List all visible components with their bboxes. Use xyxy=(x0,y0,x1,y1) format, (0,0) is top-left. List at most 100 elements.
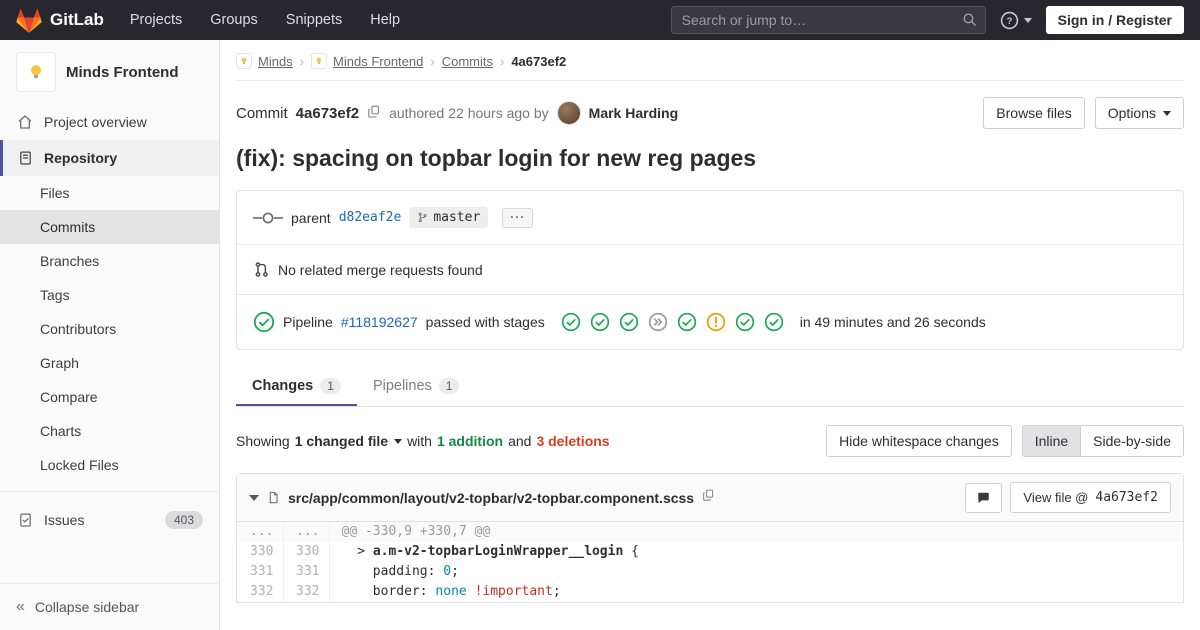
options-button[interactable]: Options xyxy=(1094,97,1184,129)
sidebar-subitem-commits[interactable]: Commits xyxy=(0,210,219,244)
nav-item-projects[interactable]: Projects xyxy=(130,12,182,28)
question-icon: ? xyxy=(1000,11,1018,29)
old-line-number[interactable]: 330 xyxy=(237,542,284,562)
view-file-label: View file @ xyxy=(1023,490,1089,505)
browse-files-button[interactable]: Browse files xyxy=(983,97,1085,129)
sidebar-item-repository[interactable]: Repository xyxy=(0,140,219,176)
pipeline-prefix: Pipeline xyxy=(283,314,333,330)
parent-row: parent d82eaf2e master ··· xyxy=(237,191,1183,244)
nav-item-groups[interactable]: Groups xyxy=(210,12,258,28)
tab-count-badge: 1 xyxy=(438,378,460,394)
file-path[interactable]: src/app/common/layout/v2-topbar/v2-topba… xyxy=(288,490,694,506)
code-line: > a.m-v2-topbarLoginWrapper__login { xyxy=(341,544,639,559)
inline-view-button[interactable]: Inline xyxy=(1021,425,1082,457)
comment-button[interactable] xyxy=(965,482,1003,513)
help-menu[interactable]: ? xyxy=(1000,11,1032,30)
diff-line-row: 331 331 padding: 0; xyxy=(237,562,1183,582)
new-line-number[interactable]: 332 xyxy=(283,582,330,602)
merge-request-text: No related merge requests found xyxy=(278,261,483,278)
stage-skipped-icon[interactable] xyxy=(648,312,668,332)
sidebar-subitem-charts[interactable]: Charts xyxy=(0,414,219,448)
sidebar-subitem-graph[interactable]: Graph xyxy=(0,346,219,380)
collapse-label: Collapse sidebar xyxy=(34,599,140,615)
commit-label: Commit xyxy=(236,104,288,122)
comment-icon xyxy=(978,492,990,503)
parent-sha-link[interactable]: d82eaf2e xyxy=(339,210,402,225)
branch-ref-label[interactable]: master xyxy=(409,207,489,228)
main-content: Minds › Minds Frontend › Commits › 4a673ef2 Co… xyxy=(220,40,1200,603)
breadcrumb-label[interactable]: Commits xyxy=(442,54,493,69)
merge-request-row: No related merge requests found xyxy=(237,244,1183,294)
project-header[interactable]: Minds Frontend xyxy=(0,40,219,104)
diff-file-header: src/app/common/layout/v2-topbar/v2-topba… xyxy=(237,474,1183,522)
stage-passed-icon[interactable] xyxy=(561,312,581,332)
sidebar-subitem-locked-files[interactable]: Locked Files xyxy=(0,448,219,482)
new-line-number[interactable]: 331 xyxy=(283,562,330,582)
new-line-number[interactable]: 330 xyxy=(283,542,330,562)
view-mode-toggle: Inline Side-by-side xyxy=(1021,425,1184,457)
author-name[interactable]: Mark Harding xyxy=(589,105,678,121)
stage-passed-icon[interactable] xyxy=(619,312,639,332)
sidebar-subitem-branches[interactable]: Branches xyxy=(0,244,219,278)
sidebar-subitem-files[interactable]: Files xyxy=(0,176,219,210)
stage-passed-icon[interactable] xyxy=(590,312,610,332)
stage-passed-icon[interactable] xyxy=(677,312,697,332)
changed-files-dropdown[interactable]: 1 changed file xyxy=(295,433,403,449)
commit-sha: 4a673ef2 xyxy=(295,104,360,122)
sidebar-subitem-contributors[interactable]: Contributors xyxy=(0,312,219,346)
sidebar-subitem-tags[interactable]: Tags xyxy=(0,278,219,312)
tab-label: Pipelines xyxy=(372,378,432,394)
diff-line-row: 332 332 border: none !important; xyxy=(237,582,1183,602)
expand-refs-button[interactable]: ··· xyxy=(502,207,534,228)
old-line-number: ... xyxy=(237,522,284,542)
breadcrumb-label[interactable]: Minds xyxy=(258,54,293,69)
old-line-number[interactable]: 331 xyxy=(237,562,284,582)
search-icon[interactable] xyxy=(961,11,978,33)
hide-whitespace-button[interactable]: Hide whitespace changes xyxy=(826,425,1012,457)
pipeline-id-link[interactable]: #118192627 xyxy=(341,314,418,330)
copy-sha-icon[interactable] xyxy=(367,104,381,123)
diff-view-controls: Hide whitespace changes Inline Side-by-s… xyxy=(826,425,1184,457)
svg-text:?: ? xyxy=(1006,16,1012,27)
diff-line-row: 330 330 > a.m-v2-topbarLoginWrapper__logi… xyxy=(237,542,1183,562)
side-by-side-view-button[interactable]: Side-by-side xyxy=(1080,425,1184,457)
commit-info-box: parent d82eaf2e master ··· No related me… xyxy=(236,190,1184,350)
collapse-sidebar-button[interactable]: Collapse sidebar xyxy=(0,583,219,630)
new-line-number: ... xyxy=(283,522,330,542)
stage-passed-icon[interactable] xyxy=(735,312,755,332)
author-avatar[interactable] xyxy=(556,101,581,125)
gitlab-logo[interactable]: GitLab xyxy=(16,7,104,33)
breadcrumb-avatar xyxy=(236,53,252,69)
pipeline-status-icon[interactable] xyxy=(253,311,275,333)
breadcrumb-item[interactable]: Minds Frontend xyxy=(311,53,423,69)
stage-warning-icon[interactable] xyxy=(706,312,726,332)
bulb-icon xyxy=(30,65,42,79)
nav-item-snippets[interactable]: Snippets xyxy=(286,12,342,28)
tab-label: Changes xyxy=(252,378,314,394)
collapse-file-icon[interactable] xyxy=(249,494,259,501)
view-file-button[interactable]: View file @ 4a673ef2 xyxy=(1010,482,1171,513)
breadcrumb-item[interactable]: Commits xyxy=(442,54,493,69)
nav-item-help[interactable]: Help xyxy=(370,12,400,28)
sidebar-subitem-compare[interactable]: Compare xyxy=(0,380,219,414)
navbar-menu: Projects Groups Snippets Help xyxy=(130,12,400,28)
copy-path-icon[interactable] xyxy=(702,488,715,507)
project-sidebar: Minds Frontend Project overview Reposito… xyxy=(0,40,220,630)
breadcrumb-label[interactable]: Minds Frontend xyxy=(333,54,423,69)
sign-in-button[interactable]: Sign in / Register xyxy=(1045,6,1184,34)
sidebar-item-label: Issues xyxy=(44,512,85,528)
breadcrumb-separator: › xyxy=(499,53,505,69)
old-line-number[interactable]: 332 xyxy=(237,582,284,602)
tab-changes[interactable]: Changes 1 xyxy=(236,366,357,406)
sidebar-item-label: Project overview xyxy=(44,114,147,130)
breadcrumb-item[interactable]: Minds xyxy=(236,53,293,69)
tab-pipelines[interactable]: Pipelines 1 xyxy=(357,366,476,406)
sidebar-item-issues[interactable]: Issues 403 xyxy=(0,501,219,539)
navbar-right: ? Sign in / Register xyxy=(670,6,1184,34)
stage-passed-icon[interactable] xyxy=(764,312,784,332)
commit-tabs: Changes 1 Pipelines 1 xyxy=(236,366,1184,407)
commit-title: (fix): spacing on topbar login for new r… xyxy=(236,145,757,171)
sidebar-item-project-overview[interactable]: Project overview xyxy=(0,104,219,140)
pipeline-duration: in 49 minutes and 26 seconds xyxy=(799,314,986,330)
search-input[interactable] xyxy=(670,6,986,34)
